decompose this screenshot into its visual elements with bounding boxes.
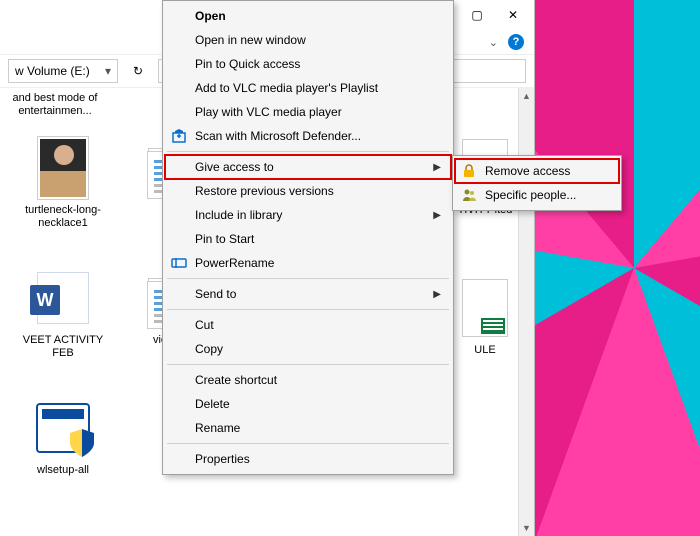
uac-shield-icon <box>70 429 94 457</box>
power-rename-icon <box>171 255 187 271</box>
address-field[interactable]: w Volume (E:) ▾ <box>8 59 118 83</box>
scroll-down-icon[interactable]: ▼ <box>519 520 534 536</box>
menu-open[interactable]: Open <box>165 4 451 28</box>
refresh-button[interactable]: ↻ <box>126 59 150 83</box>
file-label: wlsetup-all <box>37 464 89 477</box>
menu-separator <box>167 151 449 152</box>
submenu-arrow-icon: ▶ <box>433 162 441 173</box>
defender-shield-icon <box>171 128 187 144</box>
menu-create-shortcut[interactable]: Create shortcut <box>165 368 451 392</box>
word-doc-icon: W <box>37 272 89 324</box>
address-dropdown-icon[interactable]: ▾ <box>105 64 111 78</box>
submenu-arrow-icon: ▶ <box>433 210 441 221</box>
file-item[interactable]: W VEET ACTIVITY FEB <box>18 266 108 360</box>
close-button[interactable]: ✕ <box>496 3 530 27</box>
menu-pin-quick-access[interactable]: Pin to Quick access <box>165 52 451 76</box>
menu-copy[interactable]: Copy <box>165 337 451 361</box>
menu-separator <box>167 364 449 365</box>
file-item[interactable]: ULE <box>450 276 520 357</box>
people-icon <box>461 187 477 203</box>
file-label: VEET ACTIVITY FEB <box>18 334 108 360</box>
maximize-button[interactable]: ▢ <box>460 3 494 27</box>
menu-separator <box>167 278 449 279</box>
file-item[interactable]: wlsetup-all <box>18 396 108 477</box>
help-icon[interactable]: ? <box>508 34 524 50</box>
lock-icon <box>461 163 477 179</box>
file-label: and best mode of entertainmen... <box>10 92 100 118</box>
scroll-up-icon[interactable]: ▲ <box>519 88 534 104</box>
file-item[interactable]: and best mode of entertainmen... <box>10 92 100 118</box>
path-text: w Volume (E:) <box>15 64 90 78</box>
file-label: turtleneck-long-necklace1 <box>18 204 108 230</box>
menu-separator <box>167 309 449 310</box>
menu-separator <box>167 443 449 444</box>
file-item[interactable]: turtleneck-long-necklace1 <box>18 136 108 230</box>
menu-power-rename[interactable]: PowerRename <box>165 251 451 275</box>
menu-scan-defender[interactable]: Scan with Microsoft Defender... <box>165 124 451 148</box>
menu-pin-start[interactable]: Pin to Start <box>165 227 451 251</box>
file-label: ULE <box>474 344 495 357</box>
submenu-specific-people[interactable]: Specific people... <box>455 183 619 207</box>
menu-include-library[interactable]: Include in library ▶ <box>165 203 451 227</box>
menu-give-access-to[interactable]: Give access to ▶ <box>165 155 451 179</box>
desktop-wallpaper <box>535 0 700 536</box>
submenu-arrow-icon: ▶ <box>433 289 441 300</box>
menu-play-vlc[interactable]: Play with VLC media player <box>165 100 451 124</box>
menu-rename[interactable]: Rename <box>165 416 451 440</box>
menu-cut[interactable]: Cut <box>165 313 451 337</box>
menu-send-to[interactable]: Send to ▶ <box>165 282 451 306</box>
menu-open-new-window[interactable]: Open in new window <box>165 28 451 52</box>
menu-add-vlc-playlist[interactable]: Add to VLC media player's Playlist <box>165 76 451 100</box>
menu-restore-previous[interactable]: Restore previous versions <box>165 179 451 203</box>
menu-delete[interactable]: Delete <box>165 392 451 416</box>
submenu-remove-access[interactable]: Remove access <box>455 159 619 183</box>
excel-doc-icon <box>462 279 508 337</box>
context-menu: Open Open in new window Pin to Quick acc… <box>162 0 454 475</box>
chevron-down-icon[interactable]: ⌄ <box>489 36 498 49</box>
image-thumb-icon <box>38 137 88 199</box>
menu-properties[interactable]: Properties <box>165 447 451 471</box>
exe-icon <box>36 403 90 453</box>
give-access-submenu: Remove access Specific people... <box>452 155 622 211</box>
